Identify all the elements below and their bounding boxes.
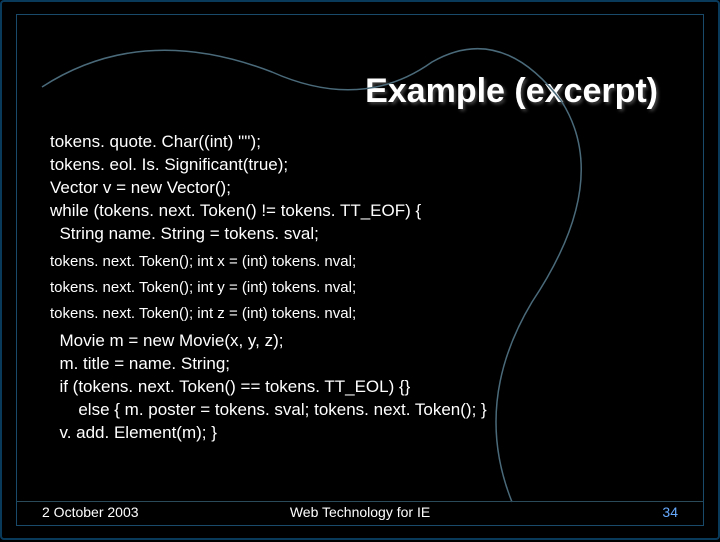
- code-line: else { m. poster = tokens. sval; tokens.…: [50, 399, 678, 422]
- code-line: if (tokens. next. Token() == tokens. TT_…: [50, 376, 678, 399]
- slide-container: Example (excerpt) tokens. quote. Char((i…: [0, 0, 720, 540]
- code-line: tokens. next. Token(); int x = (int) tok…: [50, 252, 678, 272]
- code-line: Movie m = new Movie(x, y, z);: [50, 330, 678, 353]
- code-block: tokens. quote. Char((int) '"'); tokens. …: [50, 131, 678, 445]
- page-number: 34: [662, 504, 678, 520]
- code-line: v. add. Element(m); }: [50, 422, 678, 445]
- code-line: while (tokens. next. Token() != tokens. …: [50, 200, 678, 223]
- code-line: String name. String = tokens. sval;: [50, 223, 678, 246]
- footer-center: Web Technology for IE: [290, 504, 430, 520]
- code-line: Vector v = new Vector();: [50, 177, 678, 200]
- code-line: tokens. quote. Char((int) '"');: [50, 131, 678, 154]
- footer-divider: [17, 501, 703, 502]
- slide-title: Example (excerpt): [42, 72, 658, 111]
- code-line: m. title = name. String;: [50, 353, 678, 376]
- footer-date: 2 October 2003: [42, 504, 139, 520]
- code-line: tokens. next. Token(); int z = (int) tok…: [50, 304, 678, 324]
- code-line: tokens. next. Token(); int y = (int) tok…: [50, 278, 678, 298]
- code-line: tokens. eol. Is. Significant(true);: [50, 154, 678, 177]
- footer: 2 October 2003 Web Technology for IE 34: [42, 504, 678, 520]
